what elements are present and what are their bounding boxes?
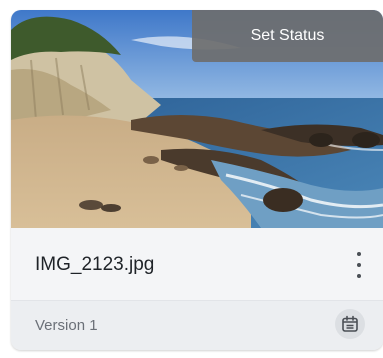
version-row: Version 1 [11,301,383,350]
file-name: IMG_2123.jpg [35,254,155,275]
kebab-dot [357,252,361,256]
asset-card[interactable]: Set Status IMG_2123.jpg Version 1 [11,10,383,350]
calendar-icon [342,315,358,332]
kebab-dot [357,263,361,267]
photo-thumbnail[interactable]: Set Status [11,10,383,228]
file-info-row: IMG_2123.jpg [11,228,383,300]
set-status-button[interactable]: Set Status [192,10,383,62]
more-vert-icon[interactable] [349,252,369,278]
kebab-dot [357,274,361,278]
schedule-button[interactable] [335,309,365,339]
version-label: Version 1 [35,317,98,334]
